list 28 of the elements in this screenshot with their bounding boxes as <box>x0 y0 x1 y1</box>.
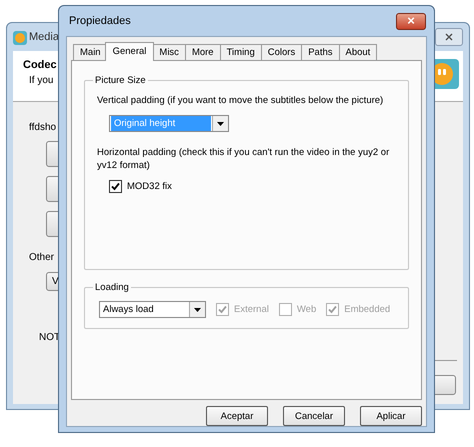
dialog-button[interactable]: Cancelar <box>283 406 345 426</box>
group-title: Picture Size <box>94 75 147 86</box>
section-label: Other <box>29 252 54 263</box>
header-text: If you <box>29 75 54 86</box>
check-icon <box>218 305 227 314</box>
loading-dropdown[interactable]: Always load <box>99 301 206 318</box>
tab[interactable]: Main <box>73 44 108 60</box>
close-button[interactable] <box>435 28 463 46</box>
caret-icon <box>194 308 201 312</box>
dialog-button[interactable]: Aceptar <box>206 406 268 426</box>
section-label: ffdsho <box>29 122 56 133</box>
header-title: Codec <box>23 59 57 71</box>
caret-icon <box>217 122 224 126</box>
tab[interactable]: Timing <box>220 44 262 60</box>
mod32-checkbox[interactable]: MOD32 fix <box>109 180 396 193</box>
field-label: Horizontal padding (check this if you can't run the video in the yuy2 or yv12 format) <box>97 146 390 172</box>
app-icon <box>13 31 27 45</box>
tab[interactable]: About <box>338 44 378 60</box>
note-label: NOT <box>39 332 60 343</box>
check-icon <box>328 305 338 314</box>
field-label: Vertical padding (if you want to move the subtitles below the picture) <box>97 94 384 107</box>
window-title: Media <box>29 31 59 43</box>
dialog-title: Propiedades <box>69 15 131 27</box>
check-icon <box>111 182 120 191</box>
close-icon <box>444 32 454 42</box>
tab[interactable]: General <box>104 42 154 61</box>
dialog-button[interactable]: Aplicar <box>360 406 422 426</box>
group-title: Loading <box>94 282 130 293</box>
